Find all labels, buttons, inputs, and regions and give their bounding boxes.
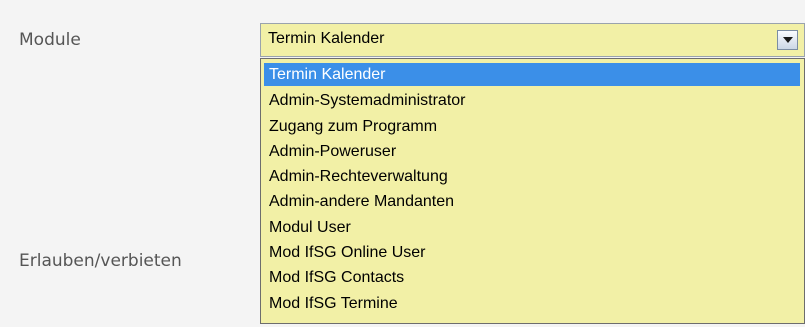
- option-admin-rechteverwaltung[interactable]: Admin-Rechteverwaltung: [264, 165, 448, 188]
- module-select-value: Termin Kalender: [268, 30, 385, 47]
- dropdown-toggle-button[interactable]: [777, 30, 798, 50]
- module-dropdown-list[interactable]: Termin Kalender Admin-Systemadministrato…: [260, 58, 805, 324]
- module-label: Module: [19, 30, 81, 50]
- option-modul-user[interactable]: Modul User: [264, 216, 351, 239]
- option-admin-systemadministrator[interactable]: Admin-Systemadministrator: [264, 89, 466, 112]
- permission-label: Erlauben/verbieten: [19, 251, 182, 271]
- module-select[interactable]: Termin Kalender: [260, 23, 805, 57]
- chevron-down-icon: [783, 37, 793, 43]
- option-admin-andere-mandanten[interactable]: Admin-andere Mandanten: [264, 190, 454, 213]
- option-admin-poweruser[interactable]: Admin-Poweruser: [264, 140, 396, 163]
- option-mod-ifsg-contacts[interactable]: Mod IfSG Contacts: [264, 266, 404, 289]
- option-zugang-zum-programm[interactable]: Zugang zum Programm: [264, 115, 437, 138]
- form-panel: Module Erlauben/verbieten Termin Kalende…: [0, 0, 805, 327]
- option-termin-kalender[interactable]: Termin Kalender: [264, 63, 800, 86]
- option-mod-ifsg-termine[interactable]: Mod IfSG Termine: [264, 292, 398, 315]
- option-mod-ifsg-online-user[interactable]: Mod IfSG Online User: [264, 241, 426, 264]
